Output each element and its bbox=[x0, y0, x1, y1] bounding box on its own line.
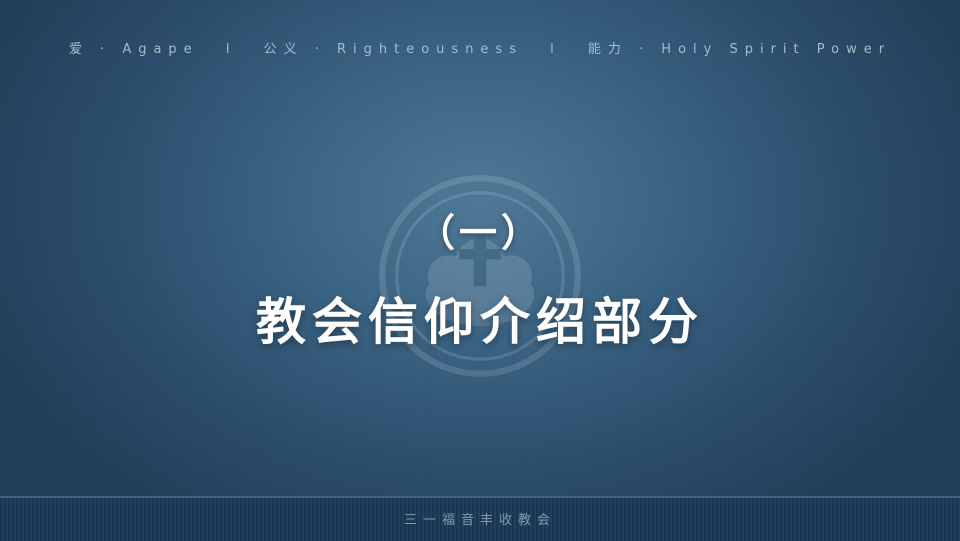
church-name: 三一福音丰收教会 bbox=[403, 513, 556, 528]
tagline-agape: 爱 · Agape bbox=[68, 42, 199, 57]
section-number: （一） bbox=[416, 211, 543, 255]
footer-bar: 三一福音丰收教会 bbox=[0, 496, 960, 541]
tagline-separator: l bbox=[225, 42, 237, 57]
tagline-righteousness: 公义 · Righteousness bbox=[263, 42, 523, 57]
tagline-separator: l bbox=[550, 42, 561, 57]
tagline-holy-spirit-power: 能力 · Holy Spirit Power bbox=[587, 42, 892, 57]
slide: 爱 · Agape l 公义 · Righteousness l 能力 · Ho… bbox=[0, 0, 960, 541]
page-title: 教会信仰介绍部分 bbox=[256, 293, 704, 351]
tagline: 爱 · Agape l 公义 · Righteousness l 能力 · Ho… bbox=[0, 38, 960, 57]
